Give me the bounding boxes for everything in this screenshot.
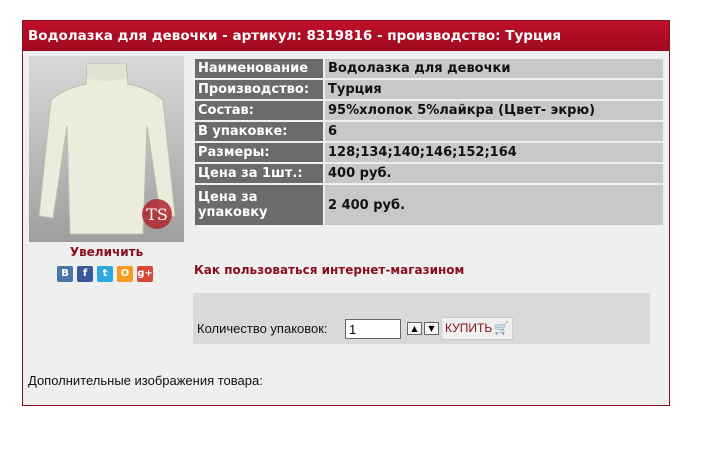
odnoklassniki-icon[interactable]: О: [117, 266, 133, 282]
arrow-down-icon[interactable]: ▼: [424, 322, 439, 335]
spec-value: 2 400 руб.: [325, 185, 663, 225]
vk-icon[interactable]: В: [57, 266, 73, 282]
brand-logo-text: TS: [146, 205, 168, 224]
spec-key: Размеры:: [195, 143, 325, 162]
spec-key: В упаковке:: [195, 122, 325, 141]
spec-value: 400 руб.: [325, 164, 663, 183]
specs-table: Наименование Водолазка для девочки Произво…: [195, 57, 663, 227]
product-header: Водолазка для девочки - артикул: 8319816…: [23, 21, 669, 51]
buy-button[interactable]: КУПИТЬ 🛒: [441, 317, 514, 340]
arrow-up-icon[interactable]: ▲: [407, 322, 422, 335]
spec-row: Наименование Водолазка для девочки: [195, 59, 663, 78]
google-plus-icon[interactable]: g+: [137, 266, 153, 282]
facebook-icon-glyph: f: [82, 268, 88, 279]
quantity-input[interactable]: [345, 319, 401, 339]
spec-key: Цена за 1шт.:: [195, 164, 325, 183]
spec-key: Наименование: [195, 59, 325, 78]
twitter-icon-glyph: t: [102, 268, 108, 279]
spec-value: 95%хлопок 5%лайкра (Цвет- экрю): [325, 101, 663, 120]
social-share-bar: Вf t Оg+: [57, 266, 153, 282]
google-plus-icon-glyph: g+: [137, 268, 153, 279]
spec-row: Цена за упаковку 2 400 руб.: [195, 185, 663, 225]
enlarge-link[interactable]: Увеличить: [29, 245, 184, 259]
spec-value: 128;134;140;146;152;164: [325, 143, 663, 162]
odnoklassniki-icon-glyph: О: [120, 268, 130, 279]
how-to-use-link[interactable]: Как пользоваться интернет-магазином: [194, 263, 464, 277]
spec-row: Размеры: 128;134;140;146;152;164: [195, 143, 663, 162]
spec-row: Состав: 95%хлопок 5%лайкра (Цвет- экрю): [195, 101, 663, 120]
spec-row: Цена за 1шт.: 400 руб.: [195, 164, 663, 183]
spec-value: Водолазка для девочки: [325, 59, 663, 78]
spec-key: Производство:: [195, 80, 325, 99]
vk-icon-glyph: В: [61, 268, 69, 279]
twitter-icon[interactable]: t: [97, 266, 113, 282]
product-photo[interactable]: TS: [29, 56, 184, 242]
quantity-label: Количество упаковок:: [197, 321, 328, 336]
product-card: Водолазка для девочки - артикул: 8319816…: [22, 20, 670, 406]
spec-key: Цена за упаковку: [195, 185, 325, 225]
spec-value: 6: [325, 122, 663, 141]
order-panel: Количество упаковок: ▲ ▼ КУПИТЬ🛒: [193, 293, 650, 344]
facebook-icon[interactable]: f: [77, 266, 93, 282]
spec-value: Турция: [325, 80, 663, 99]
spec-key: Состав:: [195, 101, 325, 120]
buy-label: КУПИТЬ: [445, 321, 493, 335]
spec-row: В упаковке: 6: [195, 122, 663, 141]
spec-row: Производство: Турция: [195, 80, 663, 99]
extra-images-label: Дополнительные изображения товара:: [28, 373, 263, 388]
turtleneck-image: TS: [38, 63, 176, 235]
cart-icon: 🛒: [494, 321, 510, 335]
